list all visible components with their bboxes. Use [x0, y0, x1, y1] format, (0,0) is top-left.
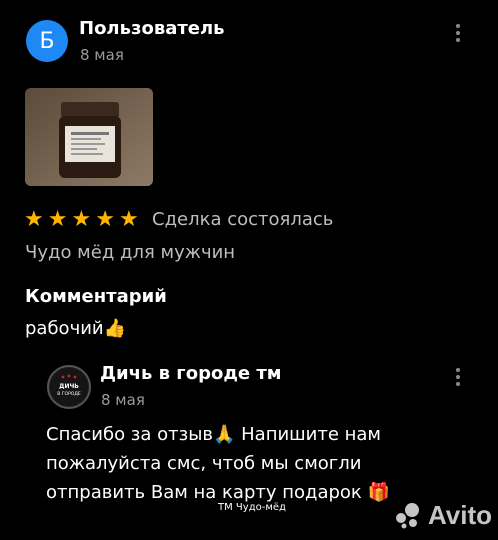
deal-status: Сделка состоялась — [152, 209, 334, 230]
star-icon: ★ — [95, 207, 115, 232]
seller-name[interactable]: Дичь в городе тм — [100, 363, 282, 384]
comment-label: Комментарий — [25, 286, 167, 307]
seller-avatar[interactable]: ДИЧЬ В ГОРОДЕ — [47, 365, 91, 409]
reply-text: Спасибо за отзыв🙏 Напишите нам пожалуйст… — [46, 424, 390, 503]
star-icon: ★ — [24, 207, 44, 232]
seller-logo-icon: ДИЧЬ В ГОРОДЕ — [50, 368, 88, 406]
avito-watermark: Avito — [392, 500, 492, 531]
star-icon: ★ — [47, 207, 68, 232]
author-name[interactable]: Пользователь — [79, 18, 225, 39]
author-avatar[interactable]: Б — [26, 20, 68, 62]
watermark-caption: ТМ Чудо-мёд — [218, 502, 286, 513]
product-name[interactable]: Чудо мёд для мужчин — [25, 242, 235, 263]
star-icon: ★ — [71, 207, 92, 232]
review-date: 8 мая — [80, 46, 124, 64]
reply-date: 8 мая — [101, 391, 145, 409]
avatar-letter: Б — [39, 28, 55, 54]
svg-text:ДИЧЬ: ДИЧЬ — [59, 383, 79, 390]
avito-wordmark: Avito — [428, 500, 493, 530]
svg-text:В ГОРОДЕ: В ГОРОДЕ — [57, 391, 81, 397]
star-icon: ★ — [118, 207, 139, 232]
review-more-icon[interactable] — [453, 24, 463, 42]
comment-text: рабочий👍 — [25, 318, 127, 339]
jar-photo-image — [25, 88, 153, 186]
reply-more-icon[interactable] — [453, 368, 463, 386]
rating-stars: ★ ★ ★ ★ ★ — [24, 209, 139, 231]
review-photo[interactable] — [25, 88, 153, 186]
avito-logo-icon — [396, 502, 419, 528]
